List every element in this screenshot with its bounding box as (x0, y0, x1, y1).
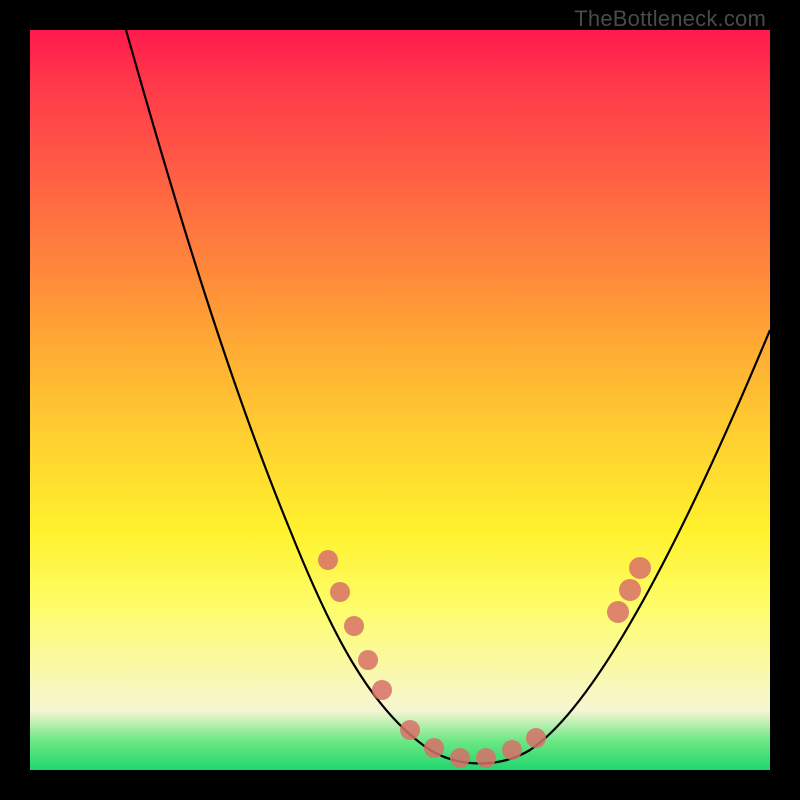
data-dot (526, 728, 546, 748)
bottleneck-curve (126, 30, 770, 764)
watermark-text: TheBottleneck.com (574, 6, 766, 32)
data-dot (344, 616, 364, 636)
data-dot (330, 582, 350, 602)
data-dot (400, 720, 420, 740)
data-dot (372, 680, 392, 700)
data-dot (607, 601, 629, 623)
data-dot (476, 748, 496, 768)
data-dot (450, 748, 470, 768)
data-dot (424, 738, 444, 758)
chart-frame (30, 30, 770, 770)
data-dot (629, 557, 651, 579)
data-dot (358, 650, 378, 670)
data-dot (502, 740, 522, 760)
data-dot (619, 579, 641, 601)
chart-svg (30, 30, 770, 770)
data-dot (318, 550, 338, 570)
